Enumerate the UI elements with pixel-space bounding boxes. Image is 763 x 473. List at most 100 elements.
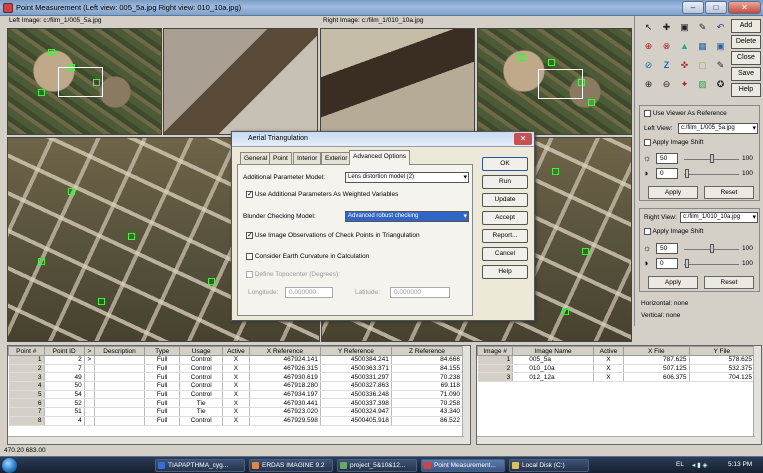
use-viewer-reference-checkbox[interactable] (644, 110, 651, 117)
col-x-file[interactable]: X File (623, 346, 690, 356)
crosshair-tool-icon[interactable]: ✚ (659, 20, 674, 35)
table-tool-icon[interactable]: ▧ (695, 77, 710, 92)
table-cell[interactable]: 5 (8, 390, 45, 400)
add-button[interactable]: Add (731, 19, 761, 33)
left-reset-button[interactable]: Reset (704, 186, 754, 199)
taskbar-item-erdas[interactable]: ERDAS IMAGINE 9.2 (249, 459, 333, 472)
ok-button[interactable]: OK (482, 157, 528, 171)
minimize-button[interactable]: – (682, 1, 704, 14)
table-row[interactable]: 4 50 Full Control X 467918.280 4500327.863 69.1… (8, 381, 464, 391)
table-row[interactable]: 7 51 Full Tie X 467923.020 4500324.947 43.340 (8, 407, 464, 417)
table-cell[interactable]: 2 (477, 364, 514, 374)
zoom-in-icon[interactable]: ⊕ (641, 77, 656, 92)
use-additional-params-checkbox[interactable]: ✓ (246, 191, 253, 198)
close-window-button[interactable]: ✕ (728, 1, 761, 14)
save-button[interactable]: Save (731, 67, 761, 81)
right-brightness-knob[interactable] (710, 244, 714, 253)
delete-button[interactable]: Delete (731, 35, 761, 49)
col-image-number[interactable]: Image # (477, 346, 514, 356)
table-cell[interactable]: 6 (8, 398, 45, 409)
taskbar-item-local-disk[interactable]: Local Disk (C:) (509, 459, 589, 472)
tab-general[interactable]: General (240, 152, 272, 164)
table-row[interactable]: 1 2 > Full Control X 467924.141 4500384.241 84.6… (8, 355, 464, 365)
tab-exterior[interactable]: Exterior (321, 152, 352, 164)
run-button[interactable]: Run (482, 175, 528, 189)
table-row[interactable]: 3 012_12a X 606.375 704.125 (477, 372, 755, 383)
grid-tool-icon[interactable]: ▦ (695, 39, 710, 54)
edit-tool-icon[interactable]: ✎ (695, 20, 710, 35)
cancel-button[interactable]: Cancel (482, 247, 528, 261)
pencil-icon[interactable]: ✎ (713, 58, 728, 73)
point-table-scrollbar[interactable] (462, 346, 470, 444)
latitude-input[interactable]: 0.000000 (390, 287, 450, 298)
taskbar-item-project[interactable]: project_5&10&12... (337, 459, 417, 472)
frame-tool-icon[interactable]: ▣ (713, 39, 728, 54)
accept-button[interactable]: Accept (482, 211, 528, 225)
table-row[interactable]: 2 7 Full Control X 467926.315 4500363.371 84.15… (8, 364, 464, 374)
settings-tool-icon[interactable]: ✪ (713, 77, 728, 92)
right-contrast-spinner[interactable]: 0 (656, 258, 678, 269)
col-point-number[interactable]: Point # (8, 346, 45, 356)
table-row[interactable]: 6 52 Full Tie X 467930.441 4500337.398 70.258 (8, 398, 464, 409)
left-view-select[interactable]: c:/film_1/005_5a.jpg (678, 123, 758, 134)
col-y-file[interactable]: Y File (688, 346, 755, 356)
delete-point-icon[interactable]: ⊗ (659, 39, 674, 54)
table-cell[interactable]: 3 (477, 372, 514, 383)
left-contrast-spinner[interactable]: 0 (656, 168, 678, 179)
col-z-reference[interactable]: Z Reference (390, 346, 464, 356)
table-row[interactable]: 5 54 Full Control X 467934.197 4500336.248 71.0… (8, 390, 464, 400)
report-button[interactable]: Report... (482, 229, 528, 243)
define-topocenter-checkbox[interactable] (246, 271, 253, 278)
left-brightness-spinner[interactable]: 50 (656, 153, 678, 164)
right-overview-view[interactable] (477, 28, 632, 135)
move-tool-icon[interactable]: ✜ (677, 58, 692, 73)
start-button[interactable] (2, 458, 17, 473)
tab-interior[interactable]: Interior (293, 152, 322, 164)
right-zoom-view[interactable] (320, 28, 475, 135)
table-row[interactable]: 1 005_5a X 787.625 578.625 (477, 355, 755, 365)
tab-point[interactable]: Point (269, 152, 292, 164)
use-image-observations-checkbox[interactable]: ✓ (246, 232, 253, 239)
tray-icons[interactable]: ◂ ▮ ◈ (692, 461, 707, 469)
table-cell[interactable]: 1 (477, 355, 514, 365)
left-contrast-knob[interactable] (685, 169, 689, 178)
create-point-icon[interactable]: ⊕ (641, 39, 656, 54)
right-reset-button[interactable]: Reset (704, 276, 754, 289)
image-table-hscrollbar[interactable] (477, 436, 755, 444)
update-button[interactable]: Update (482, 193, 528, 207)
table-cell[interactable]: 4 (8, 381, 45, 391)
additional-parameter-model-select[interactable]: Lens distortion model (2) (345, 172, 469, 183)
longitude-input[interactable]: 0.000000 (285, 287, 333, 298)
right-brightness-spinner[interactable]: 50 (656, 243, 678, 254)
zoom-out-icon[interactable]: ⊖ (659, 77, 674, 92)
right-apply-shift-checkbox[interactable] (644, 228, 651, 235)
earth-curvature-checkbox[interactable] (246, 253, 253, 260)
image-table-scrollbar[interactable] (753, 346, 761, 444)
col-description[interactable]: Description (94, 346, 145, 356)
col-active[interactable]: Active (221, 346, 250, 356)
z-value-icon[interactable]: Z (659, 58, 674, 73)
col-y-reference[interactable]: Y Reference (319, 346, 392, 356)
left-overview-view[interactable] (7, 28, 162, 135)
table-cell[interactable]: 8 (8, 416, 45, 426)
table-cell[interactable]: 1 (8, 355, 45, 365)
table-row[interactable]: 3 49 Full Control X 467930.619 4500331.297 70.2… (8, 372, 464, 383)
region-tool-icon[interactable]: ▢ (695, 58, 710, 73)
right-contrast-slider[interactable] (684, 264, 739, 265)
left-brightness-knob[interactable] (710, 154, 714, 163)
point-table-hscrollbar[interactable] (8, 436, 464, 444)
table-row[interactable]: 8 4 Full Control X 467929.598 4500405.918 86.52… (8, 416, 464, 426)
auto-tie-icon[interactable]: ✦ (677, 77, 692, 92)
table-cell[interactable]: 2 (8, 364, 45, 374)
dialog-close-button[interactable]: ✕ (514, 133, 532, 145)
col-type[interactable]: Type (143, 346, 181, 356)
undo-icon[interactable]: ↶ (713, 20, 728, 35)
right-apply-button[interactable]: Apply (648, 276, 698, 289)
help-button[interactable]: Help (731, 83, 761, 97)
dialog-help-button[interactable]: Help (482, 265, 528, 279)
link-tool-icon[interactable]: ⊘ (641, 58, 656, 73)
col-marker[interactable]: > (83, 346, 96, 356)
col-point-id[interactable]: Point ID (43, 346, 85, 356)
col-x-reference[interactable]: X Reference (248, 346, 321, 356)
select-tool-icon[interactable]: ↖ (641, 20, 656, 35)
